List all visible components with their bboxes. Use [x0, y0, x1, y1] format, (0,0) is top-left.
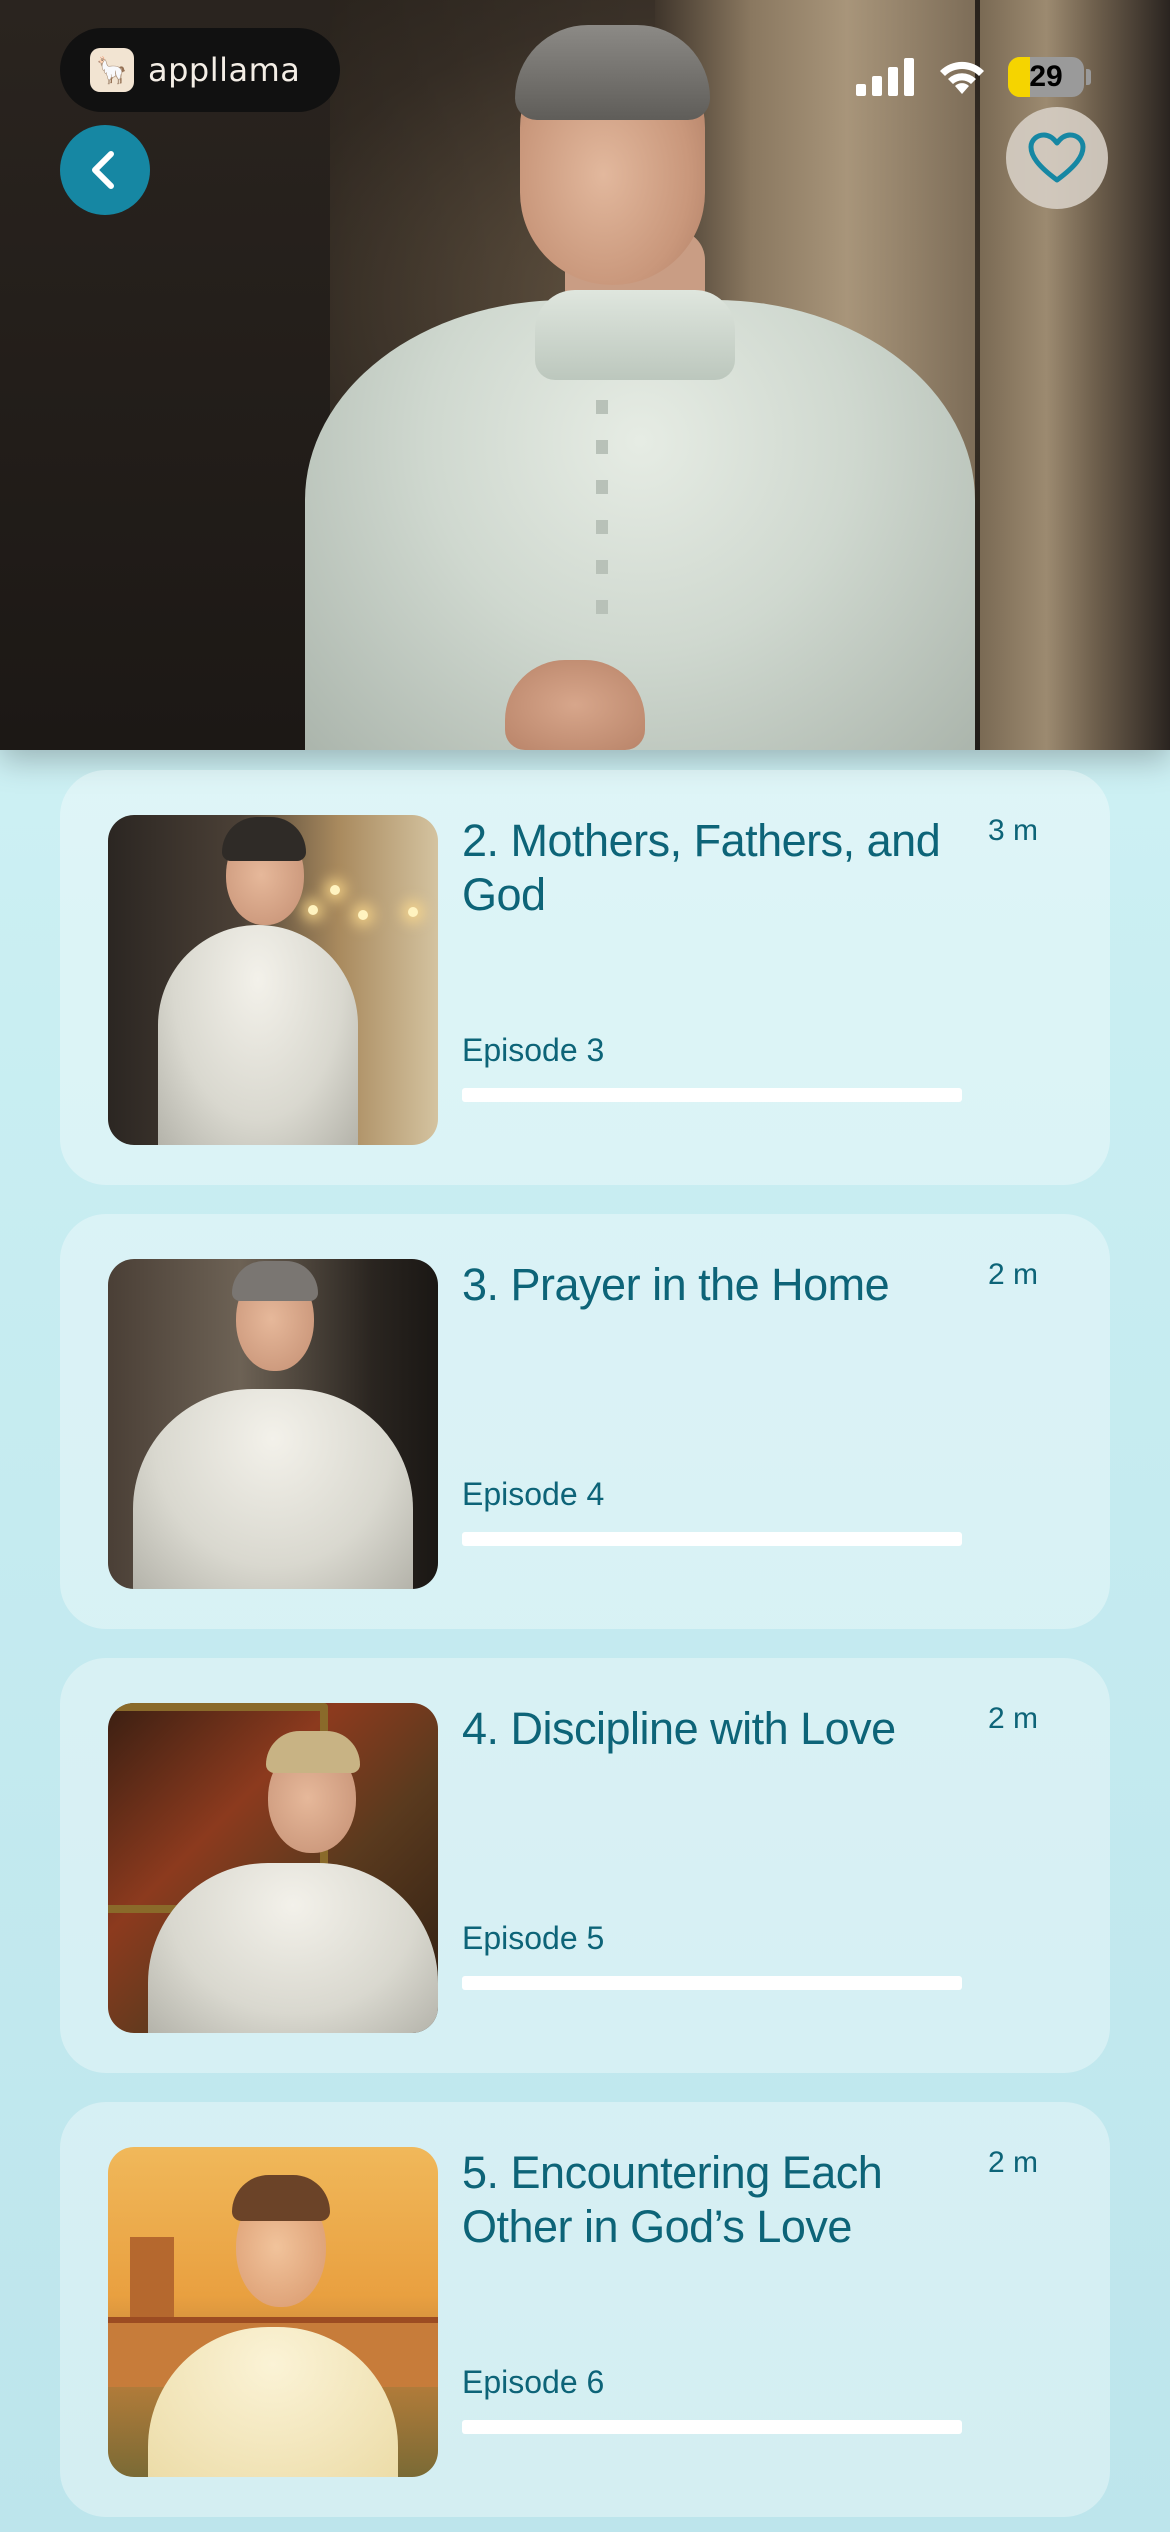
app-logo-text: appllama	[148, 51, 301, 89]
heart-outline-icon	[1028, 132, 1086, 183]
episode-thumbnail	[108, 815, 438, 1145]
episode-label: Episode 5	[462, 1920, 605, 1956]
episode-duration: 2 m	[987, 1258, 1038, 1291]
wifi-icon	[940, 61, 984, 94]
episode-progress-bar	[462, 1088, 962, 1102]
episode-thumbnail	[108, 1259, 438, 1589]
hero-image	[0, 0, 1170, 750]
episode-label: Episode 3	[462, 1032, 605, 1068]
episode-duration: 2 m	[987, 2146, 1038, 2179]
episode-title: 3. Prayer in the Home	[462, 1259, 890, 1310]
episode-card[interactable]: 5. Encountering Each Other in God’s Love…	[60, 2102, 1110, 2517]
app-logo: 🦙 appllama	[60, 28, 340, 112]
episode-duration: 3 m	[987, 814, 1038, 847]
episode-label: Episode 4	[462, 1476, 605, 1512]
episode-progress-bar	[462, 1976, 962, 1990]
episode-progress-bar	[462, 1532, 962, 1546]
episode-progress-bar	[462, 2420, 962, 2434]
battery-icon: 29	[1008, 57, 1084, 97]
chevron-left-icon	[92, 151, 114, 189]
favorite-button[interactable]	[1006, 107, 1108, 209]
llama-icon: 🦙	[90, 48, 134, 92]
episode-title: 5. Encountering Each Other in God’s Love	[462, 2147, 883, 2252]
cellular-signal-icon	[856, 58, 914, 96]
episode-card[interactable]: 3. Prayer in the Home 2 m Episode 4	[60, 1214, 1110, 1629]
episode-title: 2. Mothers, Fathers, and God	[462, 815, 941, 920]
back-button[interactable]	[60, 125, 150, 215]
episode-duration: 2 m	[987, 1702, 1038, 1735]
episode-thumbnail	[108, 1703, 438, 2033]
episode-title: 4. Discipline with Love	[462, 1703, 896, 1754]
episode-thumbnail	[108, 2147, 438, 2477]
battery-level: 29	[1029, 60, 1063, 93]
episode-card[interactable]: 2. Mothers, Fathers, and God 3 m Episode…	[60, 770, 1110, 1185]
episode-card[interactable]: 4. Discipline with Love 2 m Episode 5	[60, 1658, 1110, 2073]
episode-label: Episode 6	[462, 2364, 605, 2400]
